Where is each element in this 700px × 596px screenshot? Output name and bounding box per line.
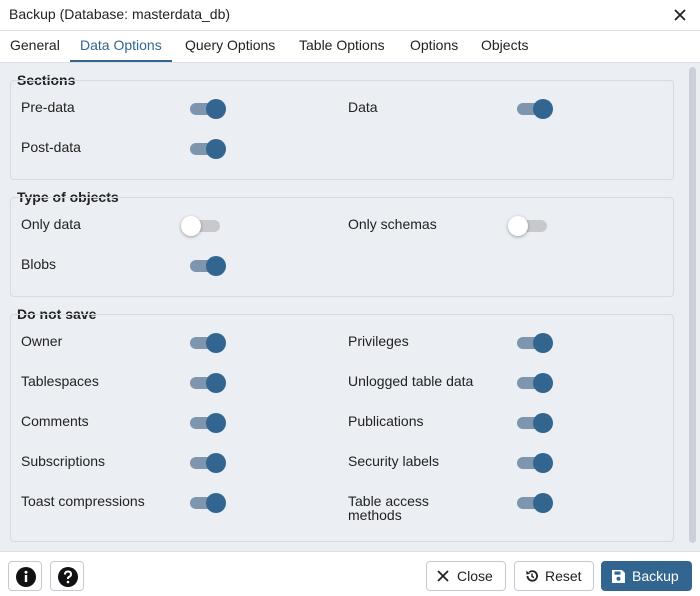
help-icon (58, 567, 78, 587)
close-button[interactable]: Close (426, 561, 506, 591)
option-label-only-schemas: Only schemas (348, 216, 437, 232)
option-label-pre-data: Pre-data (21, 99, 75, 115)
tab-bar: General Data Options Query Options Table… (0, 31, 700, 63)
reset-button[interactable]: Reset (514, 561, 594, 591)
toggle-only-data[interactable] (181, 215, 224, 237)
sections-group (10, 80, 674, 180)
info-icon (16, 567, 36, 587)
type-of-objects-group (10, 197, 674, 297)
tab-objects[interactable]: Objects (471, 31, 538, 62)
reset-button-label: Reset (545, 568, 582, 584)
dialog-titlebar: Backup (Database: masterdata_db) (0, 0, 700, 31)
help-button[interactable] (50, 561, 84, 591)
toggle-tablespaces[interactable] (188, 372, 228, 394)
option-label-table-access-methods: Table access methods (348, 493, 429, 523)
tab-general[interactable]: General (0, 31, 70, 62)
option-label-publications: Publications (348, 413, 424, 429)
backup-button[interactable]: Backup (601, 561, 692, 591)
toggle-pre-data[interactable] (188, 98, 228, 120)
toggle-comments[interactable] (188, 412, 228, 434)
toggle-subscriptions[interactable] (188, 452, 228, 474)
close-icon[interactable] (672, 7, 688, 23)
info-button[interactable] (8, 561, 42, 591)
option-label-security-labels: Security labels (348, 453, 440, 469)
toggle-publications[interactable] (515, 412, 555, 434)
data-options-panel: Sections Pre-data Data Post-data Type of… (0, 63, 700, 551)
option-label-post-data: Post-data (21, 139, 81, 155)
option-label-subscriptions: Subscriptions (21, 453, 106, 469)
option-label-toast-compressions: Toast compressions (21, 493, 145, 509)
option-label-tablespaces: Tablespaces (21, 373, 99, 389)
vertical-scrollbar[interactable] (689, 67, 696, 543)
option-label-unlogged-table-data: Unlogged table data (348, 373, 474, 389)
toggle-toast-compressions[interactable] (188, 492, 228, 514)
option-label-data: Data (348, 99, 378, 115)
tab-query-options[interactable]: Query Options (175, 31, 285, 62)
toggle-unlogged-table-data[interactable] (515, 372, 555, 394)
backup-button-label: Backup (632, 568, 679, 584)
toggle-blobs[interactable] (188, 255, 228, 277)
tab-options[interactable]: Options (400, 31, 468, 62)
reset-icon (526, 570, 538, 582)
toggle-owner[interactable] (188, 332, 228, 354)
option-label-only-data: Only data (21, 216, 81, 232)
option-label-blobs: Blobs (21, 256, 57, 272)
toggle-security-labels[interactable] (515, 452, 555, 474)
toggle-privileges[interactable] (515, 332, 555, 354)
toggle-data[interactable] (515, 98, 555, 120)
tab-table-options[interactable]: Table Options (289, 31, 395, 62)
toggle-post-data[interactable] (188, 138, 228, 160)
dialog-footer: Close Reset Backup (0, 551, 700, 596)
close-icon (437, 570, 449, 582)
close-button-label: Close (457, 568, 493, 584)
tab-data-options[interactable]: Data Options (70, 31, 172, 62)
option-label-comments: Comments (21, 413, 89, 429)
save-icon (612, 570, 625, 583)
toggle-table-access-methods[interactable] (515, 492, 555, 514)
option-label-owner: Owner (21, 333, 63, 349)
dialog-title: Backup (Database: masterdata_db) (9, 6, 231, 22)
option-label-privileges: Privileges (348, 333, 409, 349)
toggle-only-schemas[interactable] (508, 215, 551, 237)
